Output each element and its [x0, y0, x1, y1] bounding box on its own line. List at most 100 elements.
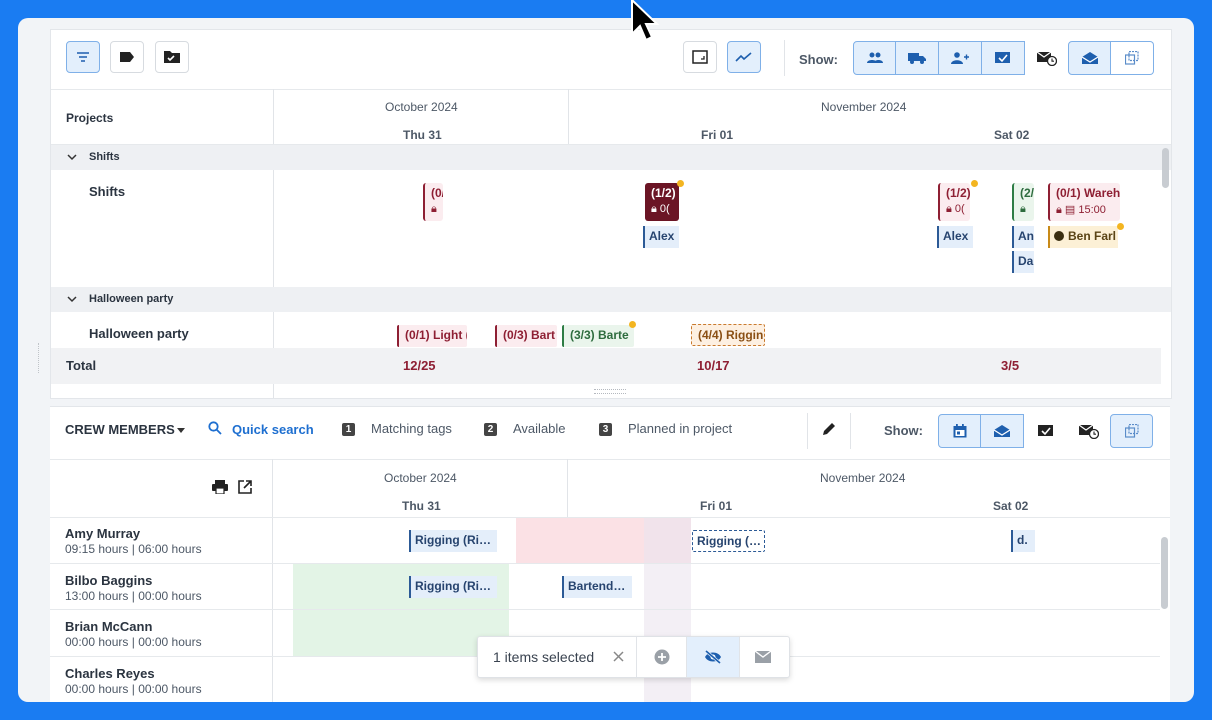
- booking-chip[interactable]: Bartend…: [562, 576, 632, 598]
- booking-chip-draft[interactable]: Rigging (…: [692, 530, 765, 552]
- shift-chip[interactable]: (0/ 🔒︎: [423, 183, 443, 221]
- filter-number-badge: 1: [342, 423, 355, 436]
- quick-search-link[interactable]: Quick search: [232, 422, 314, 437]
- day-label-thu: Thu 31: [403, 128, 442, 142]
- party-chip[interactable]: (0/1) Light (: [397, 325, 467, 347]
- lock-icon: 🔒︎: [1020, 203, 1026, 215]
- day-label-thu: Thu 31: [402, 499, 441, 513]
- show-calendar-toggle[interactable]: [938, 414, 981, 448]
- print-icon[interactable]: [212, 480, 228, 494]
- assignee-chip[interactable]: An: [1012, 226, 1034, 248]
- show-add-crew-toggle[interactable]: [939, 41, 982, 75]
- group-title-shifts: Shifts: [89, 151, 120, 163]
- filter-available[interactable]: 2 Available: [484, 421, 566, 436]
- mail-icon[interactable]: [755, 651, 771, 663]
- side-resize-handle[interactable]: [38, 343, 42, 373]
- hours-planned: 00:00 hours: [138, 682, 202, 696]
- assignee-chip[interactable]: Alex: [643, 226, 679, 248]
- crew-header-divider: [50, 459, 1170, 460]
- group-header-halloween[interactable]: [51, 287, 1171, 312]
- caret-down-icon[interactable]: [177, 428, 185, 433]
- shift-chip-count: (0/: [431, 186, 443, 200]
- party-chip[interactable]: (3/3) Barte: [562, 325, 634, 347]
- filter-number-badge: 3: [599, 423, 612, 436]
- crew-member-name[interactable]: Bilbo Baggins: [65, 573, 152, 588]
- crew-member-name[interactable]: Amy Murray: [65, 526, 140, 541]
- crew-month-divider: [567, 459, 568, 517]
- day-label-fri: Fri 01: [701, 128, 734, 142]
- show-approved-toggle[interactable]: [1024, 414, 1067, 448]
- status-dot: [971, 180, 978, 187]
- status-dot: [1117, 223, 1124, 230]
- fit-screen-icon: [692, 50, 708, 64]
- crew-show-toggle-group: [938, 414, 1153, 448]
- show-sent-toggle[interactable]: [1068, 41, 1111, 75]
- assignee-chip[interactable]: Da: [1012, 251, 1034, 273]
- filter-matching-tags[interactable]: 1 Matching tags: [342, 421, 452, 436]
- assignee-chip[interactable]: Alex: [937, 226, 973, 248]
- timeline-view-button[interactable]: [727, 41, 761, 73]
- panel-resize-handle[interactable]: [594, 389, 626, 394]
- show-pending-toggle[interactable]: [1025, 41, 1068, 75]
- lock-icon: 🔒︎: [651, 203, 657, 215]
- folder-check-button[interactable]: [155, 41, 189, 73]
- show-sent-toggle[interactable]: [981, 414, 1024, 448]
- party-chip[interactable]: (0/3) Bart: [495, 325, 557, 347]
- crew-member-hours: 00:00 hours | 00:00 hours: [65, 635, 202, 649]
- crew-members-title[interactable]: CREW MEMBERS: [65, 422, 175, 437]
- shift-chip[interactable]: (0/1) Wareh 🔒︎ ▤ 15:00: [1048, 183, 1120, 221]
- show-vehicles-toggle[interactable]: [896, 41, 939, 75]
- tag-button[interactable]: [110, 41, 144, 73]
- assignee-chip-pending[interactable]: Ben Farl: [1048, 226, 1118, 248]
- eye-off-icon: [705, 650, 721, 664]
- add-circle-icon[interactable]: [654, 649, 670, 665]
- shift-chip[interactable]: (1/2) 🔒︎ 0(: [938, 183, 970, 221]
- open-external-icon[interactable]: [238, 480, 252, 494]
- show-approved-toggle[interactable]: [982, 41, 1025, 75]
- total-row: [51, 348, 1161, 384]
- trend-icon: [735, 52, 752, 62]
- selection-bar: 1 items selected: [477, 636, 790, 678]
- chevron-down-icon[interactable]: [67, 296, 77, 303]
- crew-member-name[interactable]: Brian McCann: [65, 619, 152, 634]
- total-value-thu: 12/25: [403, 358, 436, 373]
- row-label-halloween: Halloween party: [89, 326, 189, 341]
- hours-worked: 09:15 hours: [65, 542, 129, 556]
- filter-planned[interactable]: 3 Planned in project: [599, 421, 732, 436]
- show-crew-toggle[interactable]: [853, 41, 896, 75]
- fit-view-button[interactable]: [683, 41, 717, 73]
- close-icon[interactable]: [613, 651, 624, 662]
- total-label: Total: [66, 358, 97, 373]
- hide-selected-button[interactable]: [687, 637, 739, 677]
- filter-icon: [77, 52, 89, 62]
- month-divider: [568, 89, 569, 144]
- copy-icon: [1124, 424, 1139, 438]
- booking-chip[interactable]: Rigging (Ri…: [409, 576, 497, 598]
- show-copy-toggle[interactable]: [1110, 414, 1153, 448]
- people-icon: [866, 52, 883, 63]
- folder-check-icon: [164, 51, 180, 63]
- party-chip[interactable]: (4/4) Riggin: [691, 324, 765, 346]
- shift-chip-time: 0(: [954, 203, 965, 215]
- show-pending-toggle[interactable]: [1067, 414, 1110, 448]
- booking-chip[interactable]: Rigging (Ri…: [409, 530, 497, 552]
- shift-chip-selected[interactable]: (1/2) 🔒︎ 0(: [645, 183, 679, 221]
- mail-open-icon: [994, 425, 1010, 437]
- comment-icon: ▤: [1064, 204, 1076, 216]
- shift-chip[interactable]: (2/ 🔒︎: [1012, 183, 1034, 221]
- booking-chip[interactable]: d.: [1011, 530, 1035, 552]
- show-copy-toggle[interactable]: [1111, 41, 1154, 75]
- pencil-icon[interactable]: [822, 422, 836, 436]
- filter-button[interactable]: [66, 41, 100, 73]
- day-label-fri: Fri 01: [700, 499, 733, 513]
- mail-clock-icon: [1036, 51, 1057, 66]
- projects-scrollbar[interactable]: [1162, 148, 1169, 188]
- lock-icon: 🔒︎: [1056, 204, 1062, 216]
- mail-check-icon: [995, 52, 1010, 63]
- crew-scrollbar[interactable]: [1161, 537, 1168, 609]
- group-header-shifts[interactable]: [51, 145, 1171, 170]
- chevron-down-icon[interactable]: [67, 154, 77, 161]
- hours-worked: 13:00 hours: [65, 589, 129, 603]
- row-divider: [50, 609, 1160, 610]
- crew-member-name[interactable]: Charles Reyes: [65, 666, 155, 681]
